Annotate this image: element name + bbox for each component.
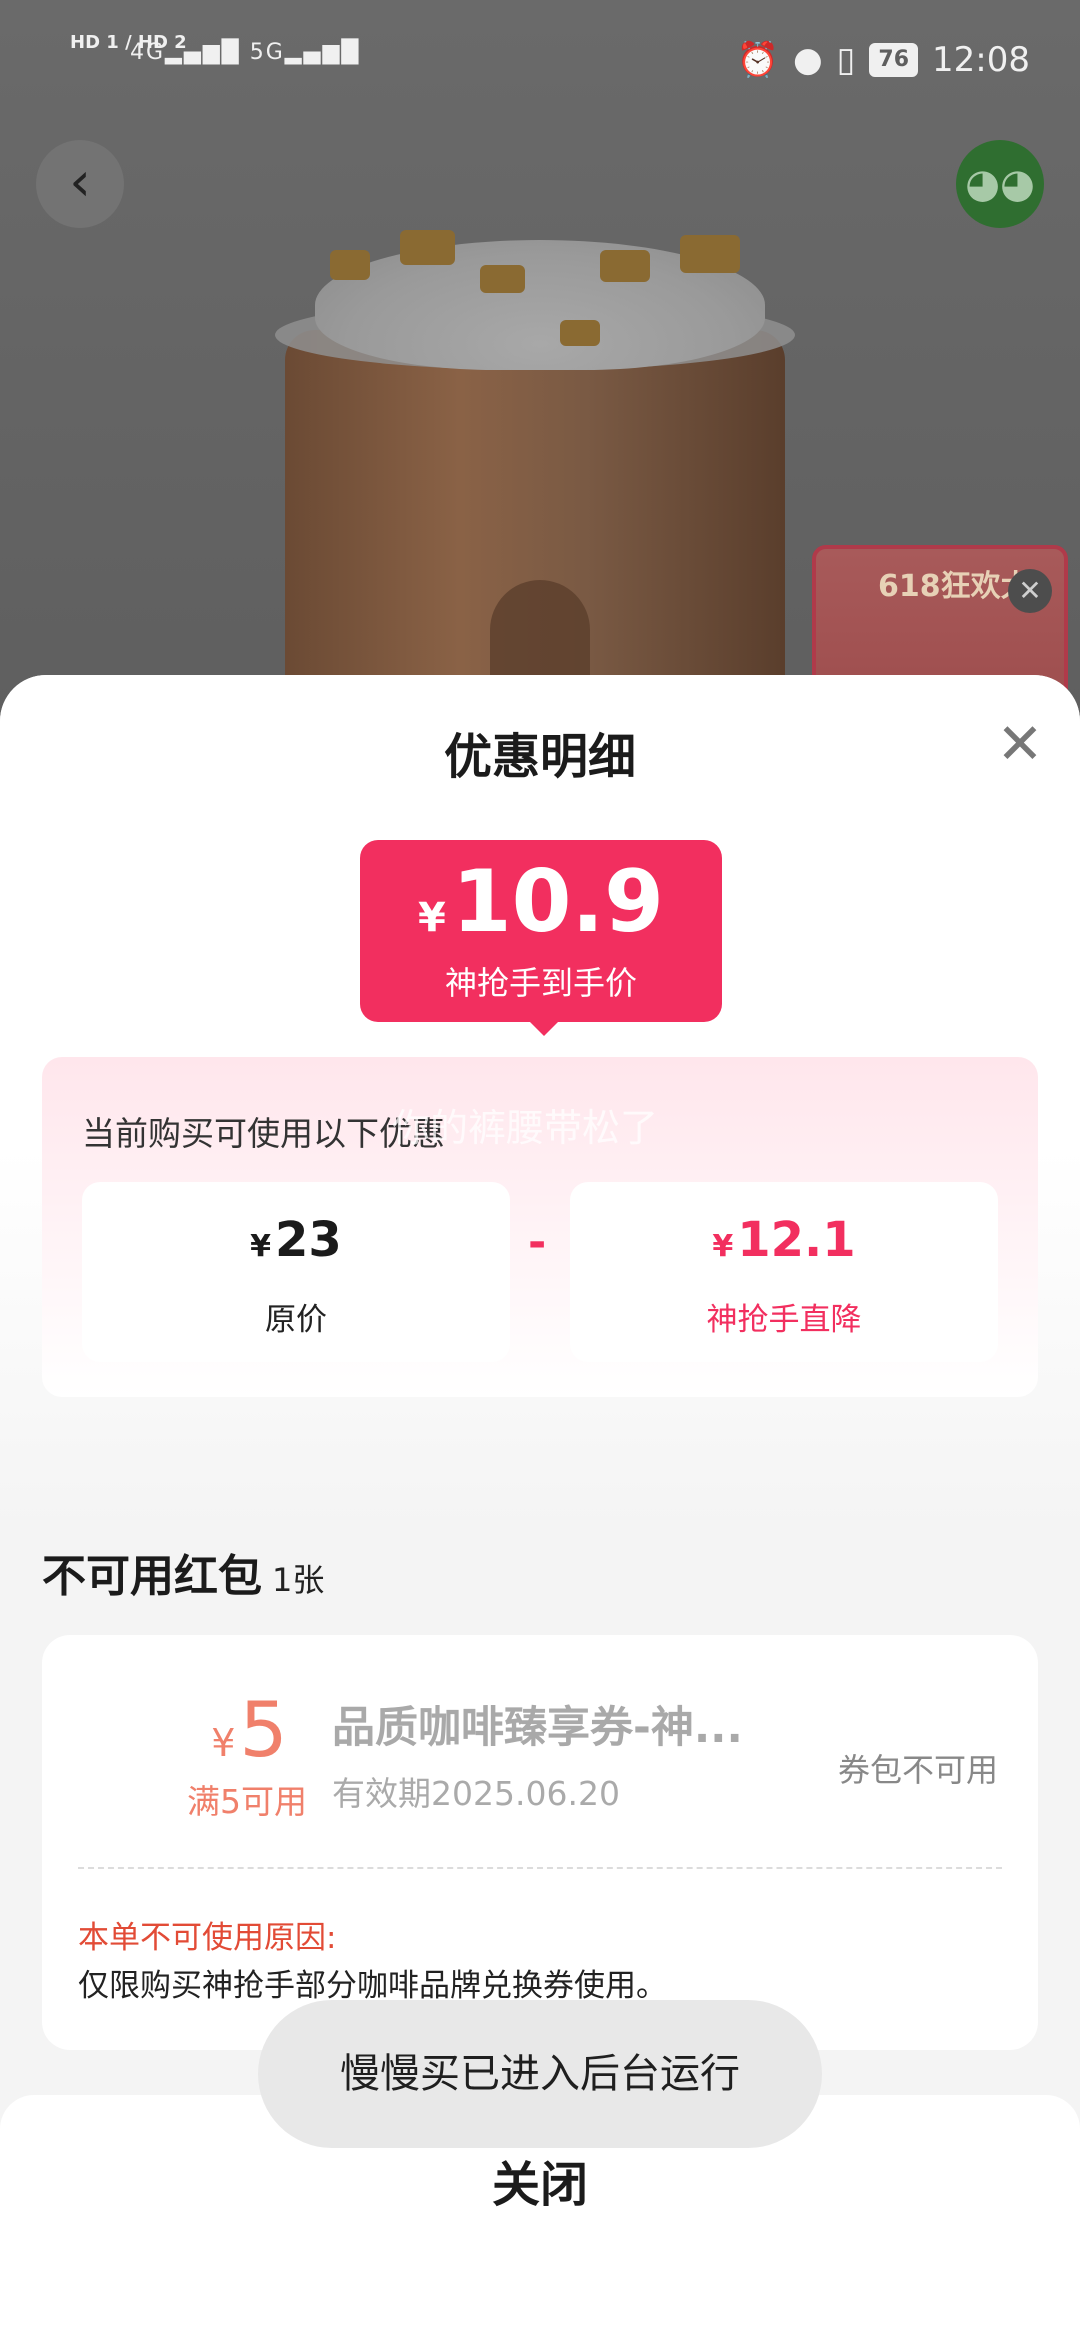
original-currency: ¥ (250, 1229, 272, 1264)
wechat-share-button[interactable]: ◕◕ (956, 140, 1044, 228)
network-1-label: 4G (130, 40, 166, 65)
crumb (600, 250, 650, 282)
coupon-value: 5 (239, 1685, 288, 1774)
reduction-card: ¥12.1 神抢手直降 (570, 1182, 998, 1362)
coupon-condition: 满5可用 (187, 1782, 307, 1821)
coupon-expiry: 有效期2025.06.20 (332, 1774, 620, 1813)
original-price: ¥23 (82, 1212, 510, 1275)
coupon-name: 品质咖啡臻享券-神... (332, 1703, 743, 1753)
crumb (400, 230, 455, 265)
reduction-amount: 12.1 (737, 1212, 856, 1268)
coupon-currency: ¥ (211, 1721, 236, 1765)
reduction-currency: ¥ (712, 1229, 734, 1264)
promo-text: 618狂欢大 (878, 569, 1031, 604)
sheet-title: 优惠明细 (443, 729, 636, 785)
discount-panel: 当前购买可使用以下优惠 你的裤腰带松了 ¥23 原价 - ¥12.1 神抢手直降 (42, 1057, 1038, 1397)
unavailable-count: 1张 (272, 1561, 325, 1599)
reduction-price: ¥12.1 (570, 1212, 998, 1275)
crumb (680, 235, 740, 273)
reason-title: 本单不可使用原因: (78, 1920, 337, 1956)
unavailable-section-title: 不可用红包 1张 (42, 1540, 324, 1604)
promo-close-icon[interactable]: ✕ (1008, 569, 1052, 613)
original-amount: 23 (275, 1212, 342, 1268)
status-icons: ⏰ ● ▯ 76 12:08 (737, 40, 1030, 80)
alarm-icon: ⏰ (736, 40, 779, 80)
toast-message: 慢慢买已进入后台运行 (258, 2000, 822, 2148)
discount-label: 当前购买可使用以下优惠 (82, 1114, 445, 1153)
original-price-card: ¥23 原价 (82, 1182, 510, 1362)
crumb (560, 320, 600, 346)
minus-sign: - (528, 1217, 547, 1268)
coupon-status: 券包不可用 (837, 1751, 998, 1789)
final-price-currency: ¥ (417, 895, 446, 941)
divider (78, 1867, 1002, 1869)
chevron-left-icon: ‹ (69, 150, 91, 213)
location-icon: ● (793, 40, 823, 80)
network-2-label: 5G (249, 40, 285, 65)
final-price-badge: ¥10.9 神抢手到手价 (360, 840, 722, 1036)
final-price-label: 神抢手到手价 (444, 964, 637, 1002)
original-label: 原价 (265, 1302, 327, 1338)
signal-strength: 4G▂▄▆█ 5G▂▄▆█ (130, 40, 361, 65)
close-button[interactable]: 关闭 (0, 2145, 1080, 2215)
back-button[interactable]: ‹ (36, 140, 124, 228)
wechat-icon: ◕◕ (965, 161, 1035, 207)
final-price-amount: 10.9 (451, 852, 665, 952)
reduction-label: 神抢手直降 (706, 1302, 862, 1338)
clock: 12:08 (932, 40, 1030, 80)
coupon-amount: ¥5 (142, 1685, 357, 1788)
coupon-card: ¥5 满5可用 品质咖啡臻享券-神... 有效期2025.06.20 券包不可用… (42, 1635, 1038, 2050)
vibrate-icon: ▯ (836, 40, 856, 80)
close-icon[interactable]: ✕ (990, 715, 1050, 775)
final-price: ¥10.9 (360, 852, 722, 968)
status-bar: HD 1 / HD 2 4G▂▄▆█ 5G▂▄▆█ ⏰ ● ▯ 76 12:08 (0, 0, 1080, 120)
watermark-text: 你的裤腰带松了 (392, 1106, 659, 1150)
crumb (330, 250, 370, 280)
battery-icon: 76 (869, 43, 919, 77)
crumb (480, 265, 525, 293)
reason-text: 仅限购买神抢手部分咖啡品牌兑换券使用。 (78, 1968, 667, 2004)
unavailable-title: 不可用红包 (42, 1551, 262, 1602)
